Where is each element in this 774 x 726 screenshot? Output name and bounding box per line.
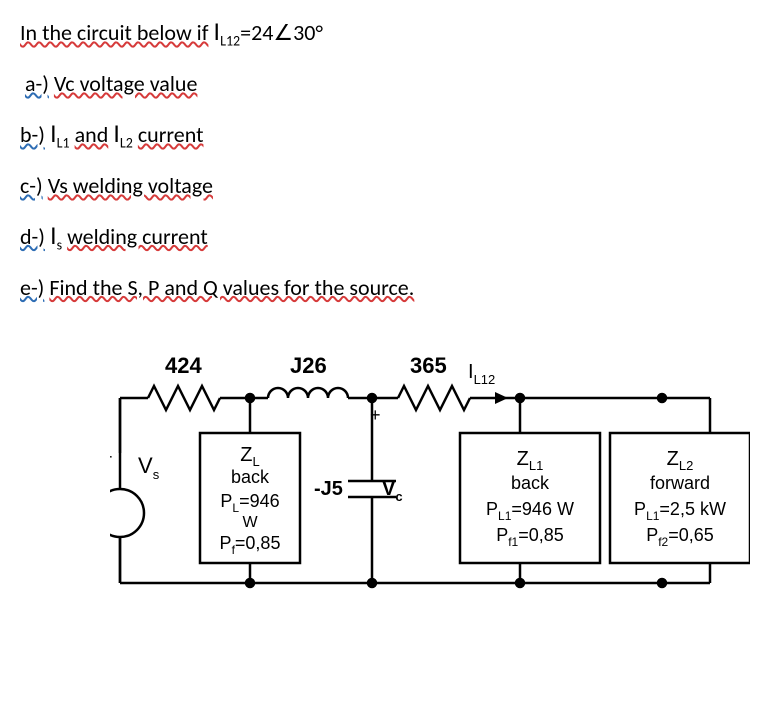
circuit-svg: 424 J26 365 IL12 + Vs + -J5 Vc ZL back P… (110, 333, 750, 613)
part-b-end: current (138, 121, 204, 148)
part-c-text: Vs welding voltage (48, 172, 213, 199)
label-vc: Vc (382, 478, 403, 504)
part-d-var: I (50, 223, 57, 250)
label-vs: Vs (138, 453, 160, 482)
part-b-var1: I (50, 121, 57, 148)
intro-val: =24∠30° (240, 19, 323, 46)
plus-vs: + (110, 447, 113, 467)
part-b-mid: and (75, 121, 109, 148)
part-d-sub: s (57, 236, 62, 253)
intro-text: In the circuit below if (20, 19, 208, 46)
circuit-diagram: 424 J26 365 IL12 + Vs + -J5 Vc ZL back P… (110, 333, 754, 613)
label-l1: J26 (290, 353, 327, 378)
part-b-sub2: L2 (120, 134, 133, 151)
part-a-text: Vc voltage value (54, 70, 197, 97)
part-d-prefix: d-) (20, 223, 45, 250)
load1-dir: back (511, 473, 550, 493)
label-r1: 424 (165, 353, 202, 378)
part-b-sub1: L1 (57, 134, 70, 151)
loadL-dir: back (231, 467, 270, 487)
loadL-punit: W (242, 514, 258, 531)
part-e: e-) Find the S, P and Q values for the s… (20, 273, 754, 304)
part-a: a-) Vc voltage value (20, 69, 754, 100)
part-a-prefix: a-) (25, 70, 49, 97)
intro-line: In the circuit below if IL12=24∠30° (20, 16, 754, 51)
label-cap: -J5 (314, 478, 343, 500)
part-e-prefix: e-) (20, 274, 44, 301)
intro-sub: L12 (220, 32, 240, 49)
label-r2: 365 (410, 353, 447, 378)
part-b: b-) IL1 and IL2 current (20, 118, 754, 153)
part-c-prefix: c-) (20, 172, 43, 199)
cap-plus: + (370, 405, 381, 425)
load2-dir: forward (650, 473, 710, 493)
part-d: d-) Is welding current (20, 220, 754, 255)
part-b-prefix: b-) (20, 121, 45, 148)
part-d-end: welding current (67, 223, 208, 250)
part-e-text: Find the S, P and Q values for the sourc… (49, 274, 414, 301)
label-il12: IL12 (468, 361, 495, 387)
part-c: c-) Vs welding voltage (20, 171, 754, 202)
part-b-var2: I (113, 121, 120, 148)
